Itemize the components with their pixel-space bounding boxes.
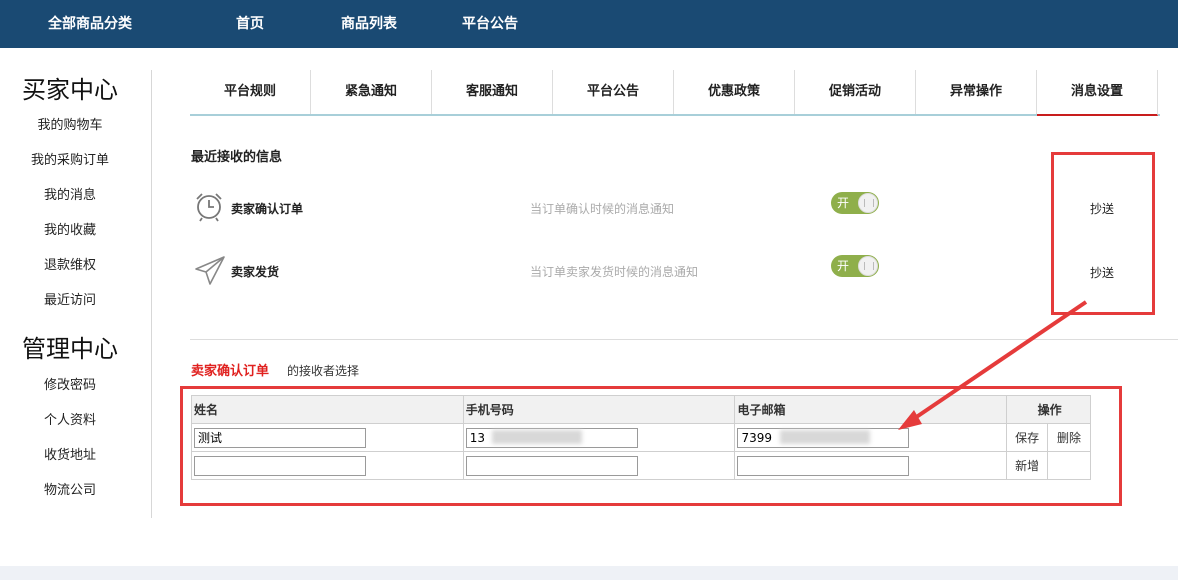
footer-strip <box>0 566 1178 580</box>
annotation-arrow <box>898 300 1088 430</box>
